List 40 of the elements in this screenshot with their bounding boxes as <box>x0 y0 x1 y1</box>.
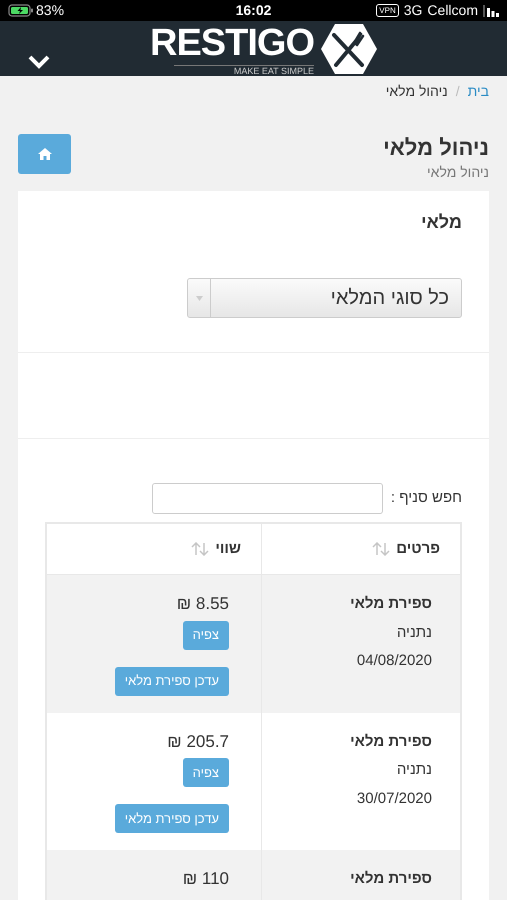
update-count-button[interactable]: עדכן ספירת מלאי <box>114 666 229 696</box>
chevron-down-icon[interactable] <box>27 54 51 70</box>
vpn-indicator: VPN <box>376 4 399 17</box>
branch-name: נתניה <box>396 760 432 780</box>
breadcrumb-current: ניהול מלאי <box>386 82 448 100</box>
view-button[interactable]: צפיה <box>182 620 229 650</box>
carrier-name: Cellcom <box>427 1 478 20</box>
inventory-value: 110 ₪ <box>182 868 229 890</box>
inventory-type-select[interactable]: כל סוגי המלאי <box>187 278 462 318</box>
logo-tagline: MAKE EAT SIMPLE <box>174 65 314 76</box>
column-header[interactable]: שווי <box>47 524 261 574</box>
update-count-button[interactable]: עדכן ספירת מלאי <box>114 804 229 833</box>
sort-icon[interactable] <box>372 542 390 556</box>
count-date: 30/07/2020 <box>356 788 432 808</box>
count-date: 04/08/2020 <box>356 651 432 671</box>
clock: 16:02 <box>236 1 272 20</box>
count-title: ספירת מלאי <box>350 869 432 889</box>
battery-percentage: 83% <box>36 1 64 20</box>
search-branch-label: חפש סניף : <box>390 488 462 508</box>
signal-icon <box>483 4 499 16</box>
count-title: ספירת מלאי <box>350 594 432 614</box>
view-button[interactable]: צפיה <box>182 758 229 787</box>
page-title: ניהול מלאי <box>383 134 489 162</box>
battery-charging-icon <box>8 4 34 17</box>
count-title: ספירת מלאי <box>350 732 432 752</box>
dropdown-caret-icon <box>196 296 202 300</box>
page-subtitle: ניהול מלאי <box>427 163 489 182</box>
column-header[interactable]: פרטים <box>261 524 460 574</box>
breadcrumb-link[interactable]: בית <box>468 80 489 102</box>
branch-name: נתניה <box>396 622 432 642</box>
home-button[interactable] <box>18 134 71 174</box>
card-title: מלאי <box>421 211 462 234</box>
inventory-value: 8.55 ₪ <box>176 593 229 615</box>
branch-search-field[interactable] <box>152 483 383 514</box>
breadcrumb-separator: / <box>456 82 460 100</box>
sort-icon[interactable] <box>191 542 210 556</box>
logo-wordmark: RESTIGO <box>150 21 314 65</box>
network-type: 3G <box>404 1 422 20</box>
home-icon <box>38 148 52 160</box>
inventory-value: 205.7 ₪ <box>167 730 229 752</box>
